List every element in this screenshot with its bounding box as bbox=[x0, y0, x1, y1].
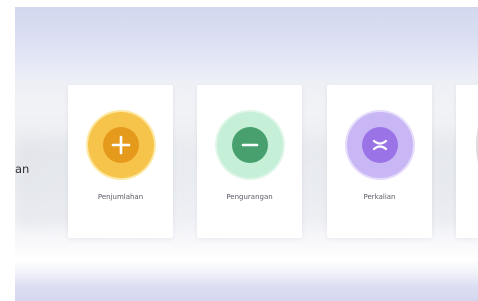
card-multiplication-label: Perkalian bbox=[363, 193, 396, 201]
subtraction-icon-circle bbox=[217, 112, 283, 178]
card-addition-label: Penjumlahan bbox=[97, 193, 144, 201]
plus-icon bbox=[111, 135, 131, 155]
times-icon bbox=[372, 139, 388, 151]
card-next-partial[interactable] bbox=[456, 85, 478, 238]
addition-icon-circle bbox=[88, 112, 154, 178]
card-multiplication[interactable]: Perkalian bbox=[327, 85, 432, 238]
card-subtraction[interactable]: Pengurangan bbox=[197, 85, 302, 238]
minus-icon bbox=[241, 143, 259, 147]
card-subtraction-label: Pengurangan bbox=[226, 193, 273, 201]
card-addition[interactable]: Penjumlahan bbox=[68, 85, 173, 238]
operation-title-partial: an bbox=[15, 162, 30, 176]
multiplication-icon-circle bbox=[347, 112, 413, 178]
